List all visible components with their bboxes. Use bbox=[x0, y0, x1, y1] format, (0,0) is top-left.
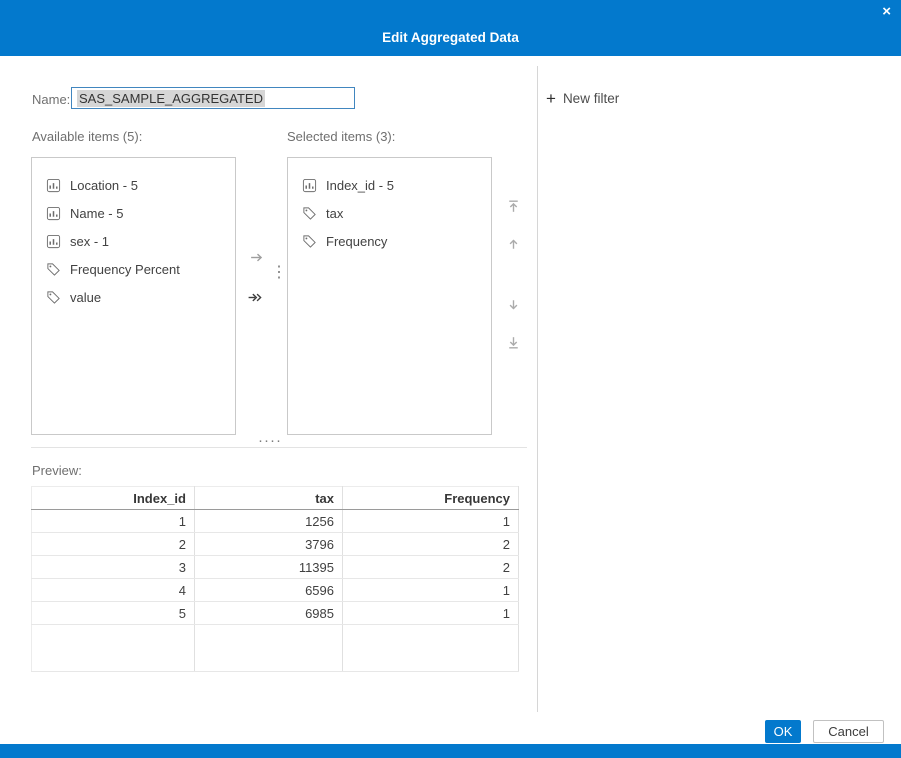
item-label: Location - 5 bbox=[70, 177, 138, 193]
item-label: Frequency bbox=[326, 233, 388, 249]
available-item[interactable]: sex - 1 bbox=[32, 227, 235, 255]
table-cell: 1 bbox=[31, 509, 195, 533]
dialog-title: Edit Aggregated Data bbox=[382, 30, 519, 45]
name-input-value: SAS_SAMPLE_AGGREGATED bbox=[77, 89, 265, 107]
available-item[interactable]: Frequency Percent bbox=[32, 255, 235, 283]
table-cell bbox=[31, 624, 195, 672]
table-row: 5 6985 1 bbox=[31, 601, 519, 625]
preview-label: Preview: bbox=[32, 463, 82, 478]
table-cell: 6985 bbox=[194, 601, 343, 625]
column-header: Frequency bbox=[342, 486, 519, 510]
splitter-line bbox=[31, 447, 527, 448]
vertical-drag-handle[interactable]: ⋮ bbox=[271, 263, 287, 283]
table-cell: 2 bbox=[342, 555, 519, 579]
move-to-bottom-button[interactable] bbox=[503, 332, 523, 352]
arrow-up-icon bbox=[505, 236, 522, 253]
new-filter-label: New filter bbox=[562, 91, 620, 106]
available-items-label: Available items (5): bbox=[32, 129, 143, 144]
bar-chart-icon bbox=[46, 234, 61, 249]
cancel-button[interactable]: Cancel bbox=[813, 720, 884, 743]
item-label: Frequency Percent bbox=[70, 261, 180, 277]
selected-item[interactable]: Index_id - 5 bbox=[288, 171, 491, 199]
arrow-to-top-icon bbox=[505, 198, 522, 215]
table-cell: 6596 bbox=[194, 578, 343, 602]
edit-aggregated-data-dialog: Edit Aggregated Data × Name: SAS_SAMPLE_… bbox=[0, 0, 901, 758]
column-header: Index_id bbox=[31, 486, 195, 510]
table-empty-row bbox=[31, 624, 519, 672]
close-button[interactable]: × bbox=[880, 1, 893, 22]
bar-chart-icon bbox=[46, 178, 61, 193]
move-right-button[interactable] bbox=[247, 247, 267, 267]
move-down-button[interactable] bbox=[503, 294, 523, 314]
item-label: tax bbox=[326, 205, 344, 221]
available-item[interactable]: value bbox=[32, 283, 235, 311]
selected-item[interactable]: Frequency bbox=[288, 227, 491, 255]
close-icon: × bbox=[882, 3, 891, 20]
table-cell: 1256 bbox=[194, 509, 343, 533]
item-label: Name - 5 bbox=[70, 205, 124, 221]
tag-icon bbox=[302, 234, 317, 249]
move-all-right-button[interactable] bbox=[245, 287, 265, 307]
move-up-button[interactable] bbox=[503, 234, 523, 254]
tag-icon bbox=[46, 262, 61, 277]
table-cell: 1 bbox=[342, 578, 519, 602]
arrow-right-icon bbox=[249, 249, 266, 266]
ok-button[interactable]: OK bbox=[765, 720, 801, 743]
new-filter-button[interactable]: + New filter bbox=[546, 90, 619, 107]
bar-chart-icon bbox=[46, 206, 61, 221]
plus-icon: + bbox=[546, 89, 556, 108]
column-header: tax bbox=[194, 486, 343, 510]
table-cell: 2 bbox=[31, 532, 195, 556]
move-to-top-button[interactable] bbox=[503, 196, 523, 216]
table-cell bbox=[342, 624, 519, 672]
table-cell bbox=[194, 624, 343, 672]
table-cell: 4 bbox=[31, 578, 195, 602]
table-cell: 1 bbox=[342, 601, 519, 625]
dialog-header: Edit Aggregated Data × bbox=[0, 0, 901, 56]
table-row: 4 6596 1 bbox=[31, 578, 519, 602]
preview-header-row: Index_id tax Frequency bbox=[31, 486, 519, 510]
available-items-list: Location - 5 Name - 5 sex - 1 Frequency … bbox=[31, 157, 236, 435]
tag-icon bbox=[302, 206, 317, 221]
selected-items-list: Index_id - 5 tax Frequency bbox=[287, 157, 492, 435]
selected-item[interactable]: tax bbox=[288, 199, 491, 227]
panel-divider bbox=[537, 66, 538, 712]
item-label: Index_id - 5 bbox=[326, 177, 394, 193]
item-label: sex - 1 bbox=[70, 233, 110, 249]
table-row: 3 11395 2 bbox=[31, 555, 519, 579]
preview-table: Index_id tax Frequency 1 1256 1 2 3796 2… bbox=[31, 486, 519, 672]
arrow-down-icon bbox=[505, 296, 522, 313]
table-row: 1 1256 1 bbox=[31, 509, 519, 533]
bottom-accent-bar bbox=[0, 744, 901, 758]
table-cell: 3 bbox=[31, 555, 195, 579]
double-arrow-right-icon bbox=[246, 289, 265, 306]
table-row: 2 3796 2 bbox=[31, 532, 519, 556]
table-cell: 5 bbox=[31, 601, 195, 625]
table-cell: 3796 bbox=[194, 532, 343, 556]
table-cell: 11395 bbox=[194, 555, 343, 579]
tag-icon bbox=[46, 290, 61, 305]
selected-items-label: Selected items (3): bbox=[287, 129, 396, 144]
arrow-to-bottom-icon bbox=[505, 334, 522, 351]
available-item[interactable]: Name - 5 bbox=[32, 199, 235, 227]
bar-chart-icon bbox=[302, 178, 317, 193]
table-cell: 1 bbox=[342, 509, 519, 533]
item-label: value bbox=[70, 289, 102, 305]
name-input[interactable]: SAS_SAMPLE_AGGREGATED bbox=[71, 87, 355, 109]
available-item[interactable]: Location - 5 bbox=[32, 171, 235, 199]
table-cell: 2 bbox=[342, 532, 519, 556]
name-label: Name: bbox=[32, 92, 71, 107]
